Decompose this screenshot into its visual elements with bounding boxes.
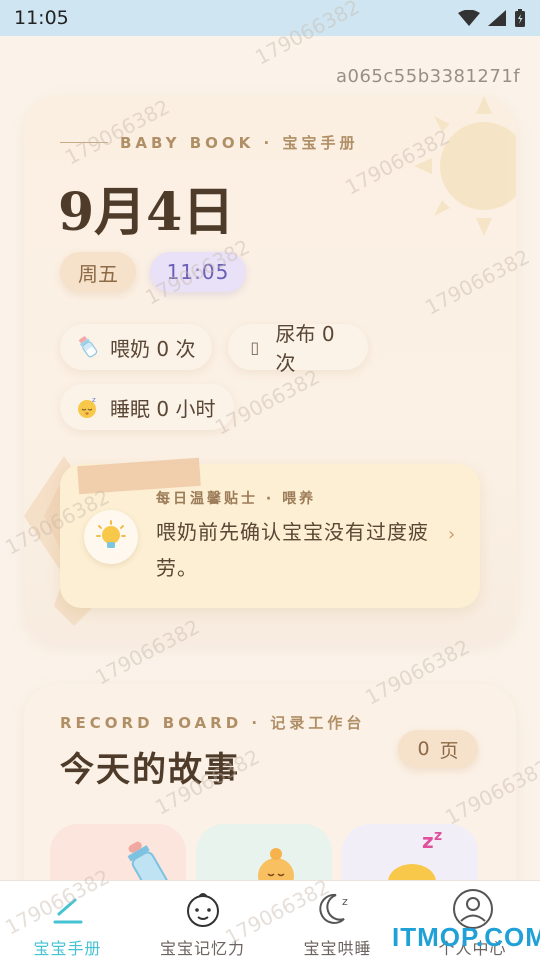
- record-label: RECORD BOARD · 记录工作台: [60, 714, 366, 732]
- svg-text:z: z: [434, 828, 442, 844]
- time-pill: 11:05: [150, 252, 246, 292]
- chevron-right-icon[interactable]: ›: [448, 524, 455, 545]
- tab-label: 宝宝手册: [33, 939, 102, 958]
- sun-illustration-icon: [414, 96, 516, 236]
- diaper-count-label: 尿布 0 次: [275, 322, 335, 375]
- feed-count-label: 喂奶 0 次: [110, 336, 196, 361]
- baby-bottle-icon: [127, 841, 169, 884]
- moon-icon: z: [316, 887, 360, 931]
- tab-baby-memory[interactable]: 宝宝记忆力: [135, 881, 270, 960]
- svg-text:z: z: [92, 396, 96, 404]
- baby-bottle-icon: [76, 335, 100, 359]
- tab-label: 宝宝哄睡: [303, 939, 372, 958]
- tip-text: 喂奶前先确认宝宝没有过度疲劳。: [156, 520, 429, 580]
- brand-rule: [60, 142, 108, 143]
- status-time: 11:05: [14, 7, 69, 29]
- weekday-pill: 周五: [60, 252, 136, 292]
- page-count: 0: [417, 738, 430, 760]
- brand-label: BABY BOOK · 宝宝手册: [120, 134, 359, 152]
- site-logo: ITMOP.COM: [392, 922, 540, 952]
- battery-icon: [515, 9, 525, 27]
- tab-baby-book[interactable]: 宝宝手册: [0, 881, 135, 960]
- page-count-pill[interactable]: 0 页: [398, 730, 478, 768]
- brand-line: BABY BOOK · 宝宝手册: [60, 132, 358, 153]
- sleeping-face-icon: z: [76, 395, 100, 419]
- record-title: 今天的故事: [60, 750, 240, 790]
- svg-text:z: z: [342, 895, 348, 908]
- sleeping-face-icon: z z: [388, 828, 442, 884]
- sleeping-baby-icon: [258, 848, 294, 884]
- baby-face-icon: [181, 887, 225, 931]
- svg-text:z: z: [422, 829, 434, 853]
- baby-book-card: BABY BOOK · 宝宝手册 9月4日 周五 11:05 喂奶 0 次 ▯ …: [24, 96, 516, 644]
- diaper-icon: ▯: [250, 337, 260, 357]
- page-unit: 页: [439, 739, 459, 762]
- device-id: a065c55b3381271f: [336, 66, 521, 87]
- pen-icon: [46, 887, 90, 931]
- sleep-count-chip[interactable]: z 睡眠 0 小时: [60, 384, 234, 430]
- date-title: 9月4日: [58, 182, 235, 243]
- tip-label: 每日温馨贴士 · 喂养: [156, 491, 317, 507]
- signal-icon: [488, 10, 506, 26]
- status-icons: [458, 9, 526, 27]
- sleep-count-label: 睡眠 0 小时: [110, 396, 216, 421]
- diaper-count-chip[interactable]: ▯ 尿布 0 次: [228, 322, 368, 375]
- tab-label: 宝宝记忆力: [159, 939, 245, 958]
- tab-baby-sleep[interactable]: z 宝宝哄睡: [270, 881, 405, 960]
- wifi-icon: [458, 10, 480, 26]
- daily-tip-card[interactable]: 每日温馨贴士 · 喂养 喂奶前先确认宝宝没有过度疲劳。 ›: [60, 457, 480, 608]
- lightbulb-icon: [84, 510, 138, 564]
- feed-count-chip[interactable]: 喂奶 0 次: [60, 324, 212, 370]
- status-bar: 11:05: [0, 0, 540, 36]
